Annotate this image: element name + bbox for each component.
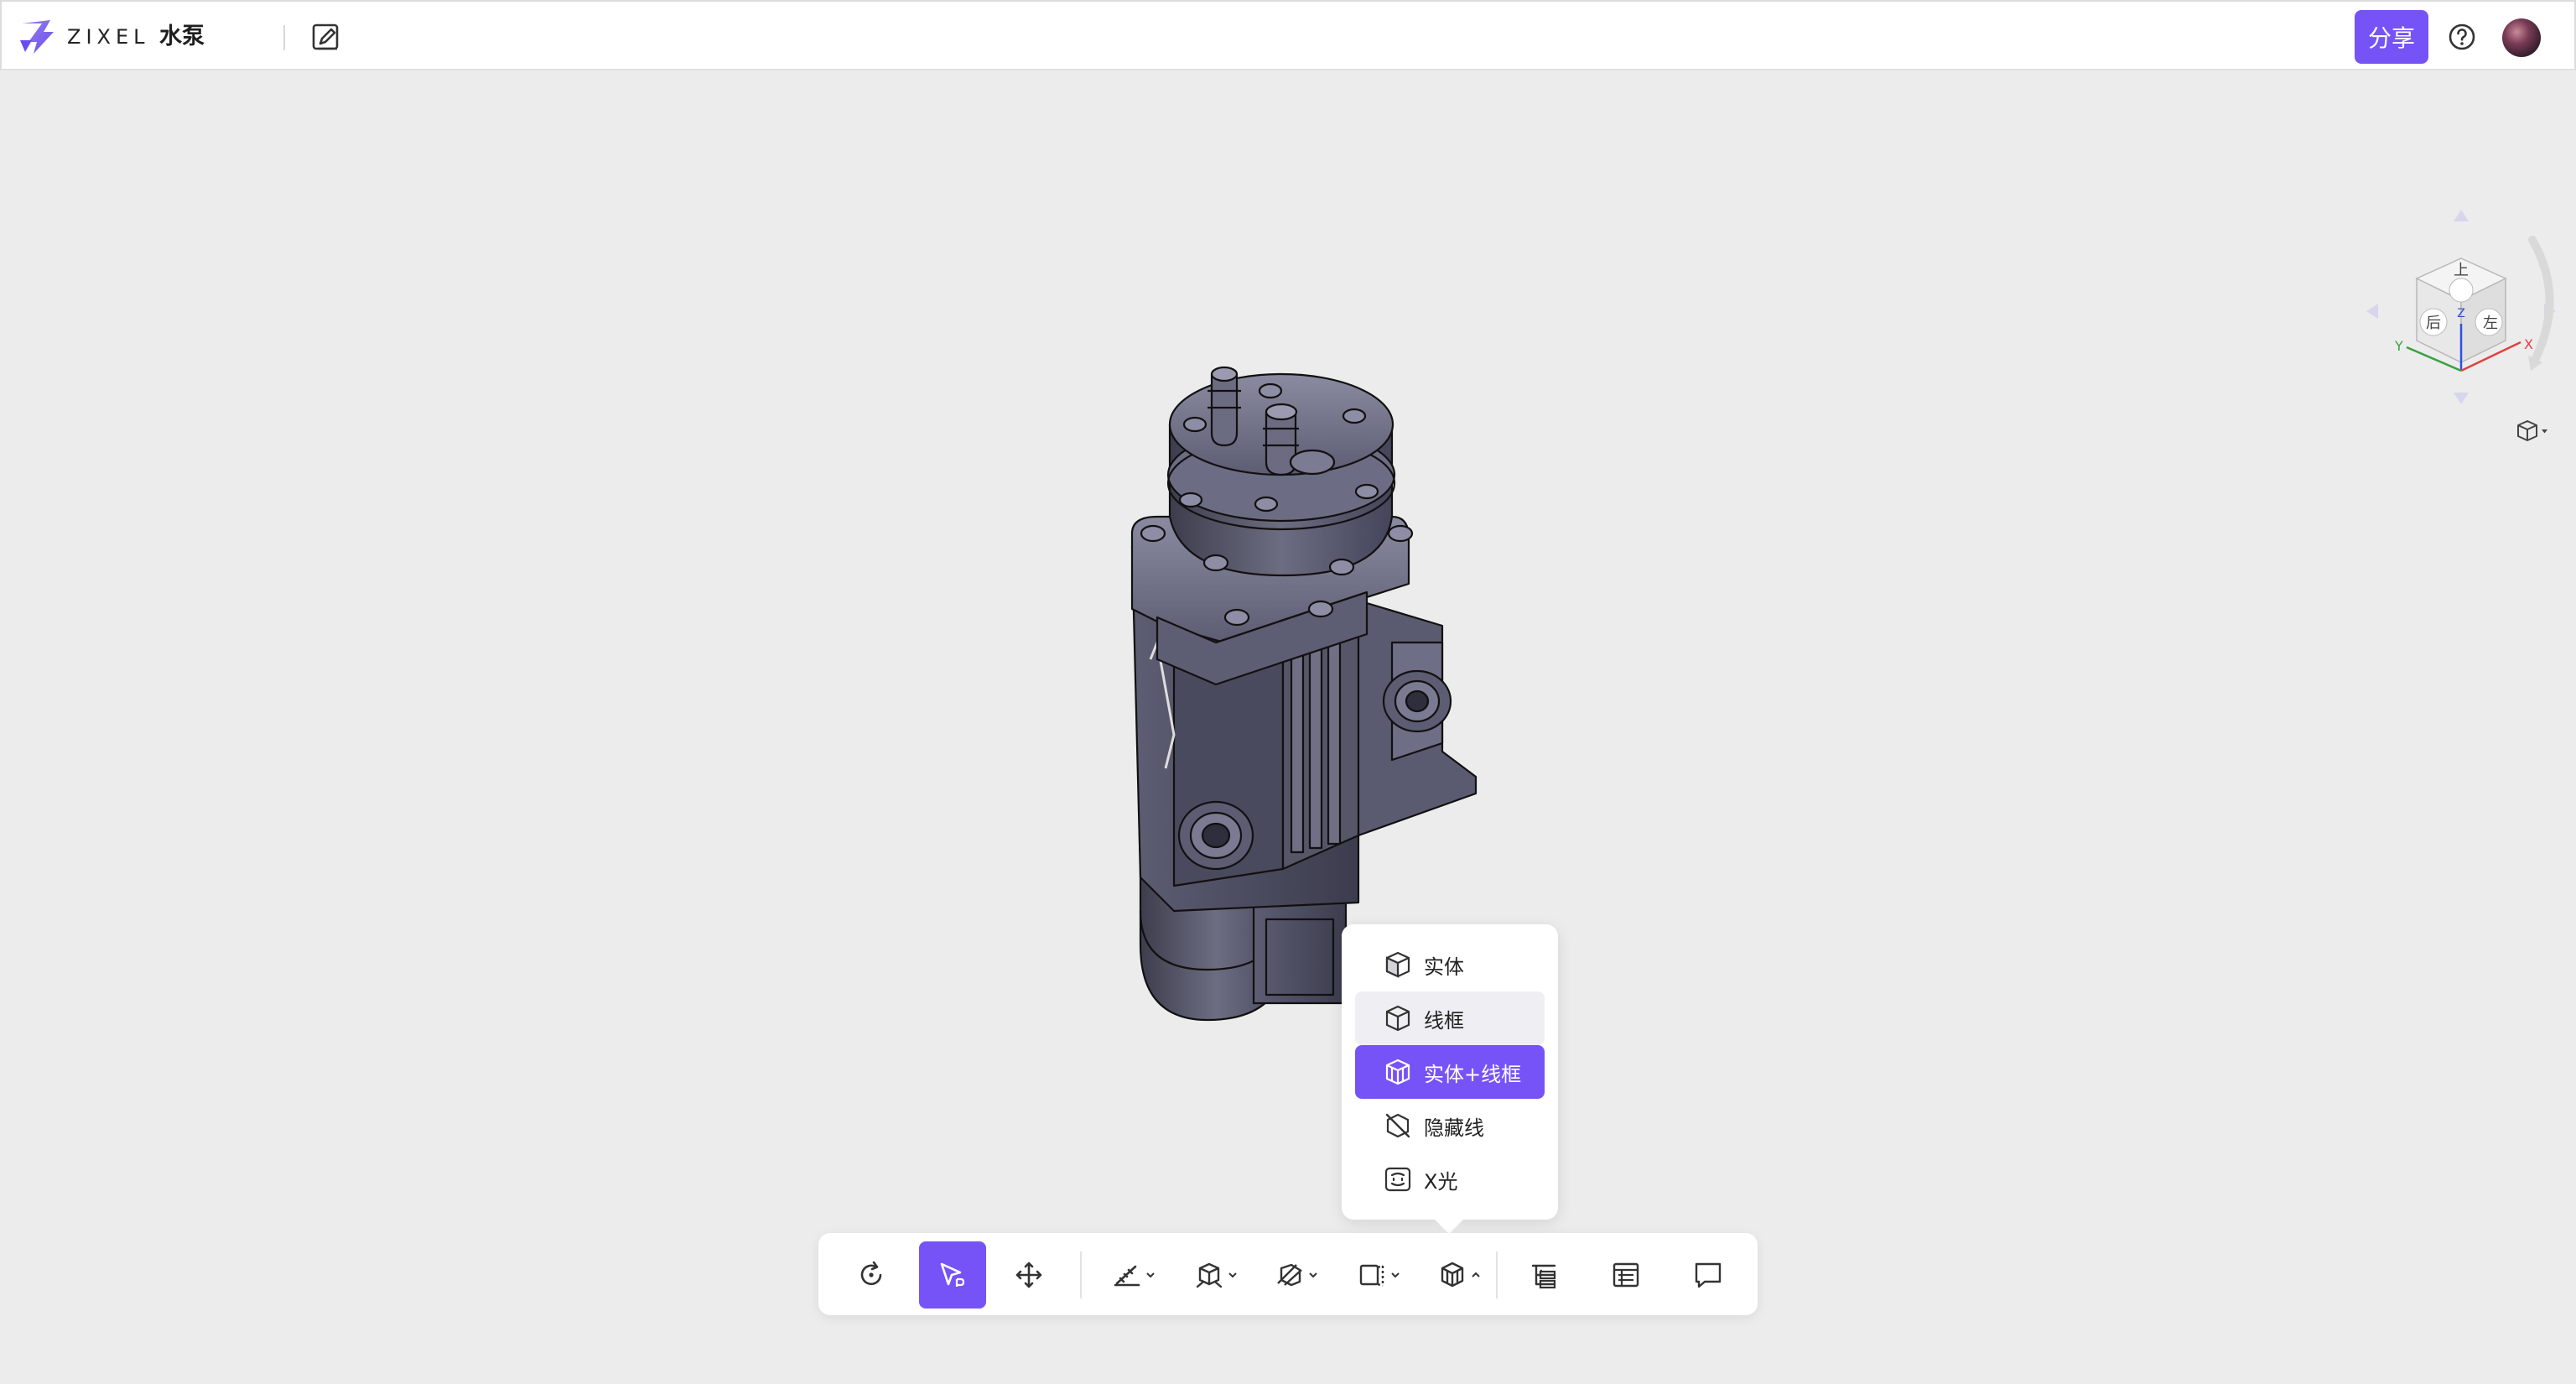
bottom-toolbar bbox=[818, 1233, 1758, 1315]
chevron-down-icon bbox=[1309, 1272, 1317, 1278]
xray-icon bbox=[1384, 1165, 1412, 1194]
structure-tree-button[interactable] bbox=[1514, 1241, 1573, 1309]
render-mode-button[interactable] bbox=[1426, 1241, 1493, 1309]
explode-icon bbox=[1196, 1262, 1223, 1288]
select-icon bbox=[940, 1262, 965, 1287]
user-avatar[interactable] bbox=[2502, 18, 2541, 57]
orbit-ring-icon bbox=[2528, 236, 2554, 366]
view-icon bbox=[1359, 1264, 1384, 1288]
render-mode-icon bbox=[1441, 1262, 1464, 1288]
measure-tool-button[interactable] bbox=[1100, 1241, 1167, 1309]
menu-item-wireframe[interactable]: 线框 bbox=[1355, 991, 1545, 1045]
axis-x-label: X bbox=[2524, 336, 2533, 352]
chevron-down-icon bbox=[1391, 1272, 1400, 1278]
view-up-arrow-icon bbox=[2454, 210, 2469, 221]
toolbar-divider bbox=[1080, 1251, 1082, 1298]
chevron-up-icon bbox=[1472, 1272, 1480, 1277]
axis-y-label: Y bbox=[2394, 338, 2403, 354]
render-mode-menu: 实体 线框 实体+线框 隐藏线 X光 bbox=[1342, 924, 1558, 1220]
view-left-arrow-icon bbox=[2366, 304, 2378, 319]
share-button[interactable]: 分享 bbox=[2355, 10, 2428, 64]
3d-viewport[interactable]: 上 后 左 Z X Y bbox=[0, 72, 2576, 1384]
chevron-down-icon bbox=[1146, 1272, 1155, 1278]
axis-z-label: Z bbox=[2457, 307, 2465, 320]
menu-item-label: 实体 bbox=[1424, 955, 1464, 979]
section-icon bbox=[1277, 1263, 1302, 1287]
header-divider bbox=[283, 25, 285, 50]
menu-item-solid[interactable]: 实体 bbox=[1355, 938, 1545, 991]
edit-icon bbox=[312, 23, 339, 50]
comment-button[interactable] bbox=[1679, 1241, 1737, 1309]
measure-icon bbox=[1114, 1265, 1140, 1287]
menu-item-label: X光 bbox=[1424, 1169, 1458, 1194]
structure-tree-icon bbox=[1531, 1264, 1556, 1289]
pan-icon bbox=[1015, 1262, 1042, 1288]
toolbar-divider bbox=[1496, 1251, 1498, 1298]
menu-item-label: 实体+线框 bbox=[1424, 1062, 1522, 1086]
menu-item-label: 线框 bbox=[1424, 1008, 1464, 1033]
menu-item-hidden-line[interactable]: 隐藏线 bbox=[1355, 1099, 1545, 1152]
edit-document-button[interactable] bbox=[309, 20, 344, 55]
chevron-down-icon bbox=[1228, 1272, 1237, 1278]
properties-button[interactable] bbox=[1597, 1241, 1655, 1309]
wireframe-icon bbox=[1384, 1004, 1412, 1033]
reset-view-button[interactable] bbox=[842, 1241, 901, 1309]
view-tool-button[interactable] bbox=[1345, 1241, 1412, 1309]
reset-view-icon bbox=[860, 1261, 882, 1286]
comment-icon bbox=[1695, 1262, 1722, 1288]
menu-item-solid-wireframe[interactable]: 实体+线框 bbox=[1355, 1045, 1545, 1099]
view-cube[interactable]: 上 后 左 Z X Y bbox=[2356, 206, 2566, 408]
select-tool-button[interactable] bbox=[919, 1241, 986, 1309]
explode-tool-button[interactable] bbox=[1182, 1241, 1249, 1309]
hidden-line-icon bbox=[1384, 1111, 1412, 1140]
properties-icon bbox=[1613, 1262, 1639, 1288]
view-mode-dropdown[interactable] bbox=[2511, 414, 2554, 448]
cube-face-top: 上 bbox=[2454, 262, 2469, 279]
view-down-arrow-icon bbox=[2454, 393, 2469, 404]
help-button[interactable] bbox=[2444, 18, 2480, 55]
cube-view-icon bbox=[2517, 420, 2547, 441]
menu-item-label: 隐藏线 bbox=[1424, 1116, 1484, 1140]
zixel-logo[interactable]: ZIXEL bbox=[17, 17, 150, 57]
solid-icon bbox=[1384, 950, 1412, 979]
pan-tool-button[interactable] bbox=[1000, 1241, 1058, 1309]
cube-face-left: 左 bbox=[2483, 315, 2498, 332]
top-bar: ZIXEL 水泵 分享 bbox=[0, 0, 2576, 70]
solid-wireframe-icon bbox=[1384, 1058, 1412, 1086]
brand-name: ZIXEL bbox=[67, 25, 150, 49]
section-tool-button[interactable] bbox=[1263, 1241, 1330, 1309]
document-title: 水泵 bbox=[159, 23, 205, 49]
cube-face-back: 后 bbox=[2426, 315, 2441, 332]
zixel-logo-icon bbox=[20, 20, 54, 54]
menu-item-xray[interactable]: X光 bbox=[1355, 1152, 1545, 1206]
help-icon bbox=[2449, 23, 2475, 50]
